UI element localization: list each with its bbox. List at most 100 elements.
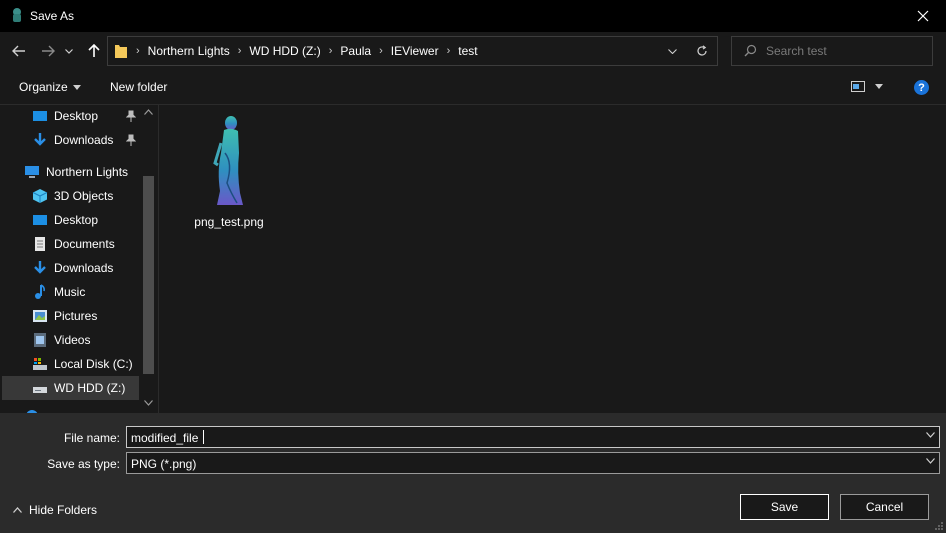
chevron-down-icon <box>667 48 677 54</box>
breadcrumb-item[interactable]: Paula <box>334 44 377 58</box>
title-bar: Save As <box>0 0 946 32</box>
nav-item-music[interactable]: Music <box>2 280 139 304</box>
text-caret <box>203 430 204 444</box>
app-icon <box>13 8 21 22</box>
change-view-button[interactable] <box>851 81 883 92</box>
nav-item-pictures[interactable]: Pictures <box>2 304 139 328</box>
nav-item-documents[interactable]: Documents <box>2 232 139 256</box>
nav-item-label: Music <box>54 285 86 299</box>
nav-scrollbar[interactable] <box>140 105 157 413</box>
refresh-icon <box>697 45 707 56</box>
breadcrumb-item[interactable]: Northern Lights <box>142 44 236 58</box>
nav-item-downloads-quick[interactable]: Downloads <box>2 128 139 152</box>
address-bar[interactable]: › Northern Lights › WD HDD (Z:) › Paula … <box>107 36 718 66</box>
nav-item-desktop[interactable]: Desktop <box>2 208 139 232</box>
nav-item-label: Pictures <box>54 309 98 323</box>
nav-item-label: WD HDD (Z:) <box>54 381 126 395</box>
chevron-down-icon[interactable] <box>926 432 935 438</box>
videos-icon <box>34 333 46 347</box>
documents-icon <box>35 237 45 251</box>
computer-icon <box>25 166 39 178</box>
cancel-button[interactable]: Cancel <box>840 494 929 520</box>
pin-icon <box>126 110 136 122</box>
nav-item-desktop-quick[interactable]: Desktop <box>2 105 139 128</box>
address-history-button[interactable] <box>664 43 680 59</box>
downloads-icon <box>34 261 46 274</box>
chevron-up-icon <box>13 507 22 513</box>
window-title: Save As <box>30 9 75 23</box>
organize-button[interactable]: Organize <box>19 80 81 94</box>
breadcrumb-item[interactable]: IEViewer <box>385 44 445 58</box>
up-button[interactable] <box>83 41 105 61</box>
save-type-value: PNG (*.png) <box>131 457 197 471</box>
pin-icon <box>126 134 136 146</box>
nav-item-videos[interactable]: Videos <box>2 328 139 352</box>
help-button[interactable]: ? <box>914 80 929 95</box>
music-icon <box>35 284 45 299</box>
command-bar: Organize New folder ? <box>0 70 946 104</box>
nav-item-label: Local Disk (C:) <box>54 357 133 371</box>
desktop-icon <box>33 215 47 225</box>
nav-item-this-pc[interactable]: Northern Lights <box>2 160 139 184</box>
image-thumbnail <box>213 116 243 205</box>
save-type-select[interactable]: PNG (*.png) <box>126 452 940 474</box>
nav-item-wd-hdd[interactable]: WD HDD (Z:) <box>2 376 139 400</box>
arrow-right-icon <box>42 45 55 57</box>
help-icon: ? <box>918 81 925 94</box>
breadcrumb-separator-icon: › <box>328 45 333 57</box>
resize-grip-icon[interactable] <box>934 521 944 531</box>
caret-down-icon <box>875 84 883 89</box>
nav-item-3d-objects[interactable]: 3D Objects <box>2 184 139 208</box>
hide-folders-button[interactable]: Hide Folders <box>13 503 97 517</box>
file-item[interactable]: png_test.png <box>189 111 269 231</box>
back-button[interactable] <box>8 41 30 61</box>
close-button[interactable] <box>900 0 946 32</box>
new-folder-button[interactable]: New folder <box>110 80 167 94</box>
chevron-down-icon <box>65 48 73 54</box>
arrow-left-icon <box>12 45 25 57</box>
downloads-icon <box>34 133 46 146</box>
scrollbar-thumb[interactable] <box>143 176 154 374</box>
nav-item-network[interactable] <box>2 402 139 413</box>
recent-locations-button[interactable] <box>62 41 76 61</box>
search-icon <box>744 44 757 57</box>
close-icon <box>917 10 929 22</box>
pictures-icon <box>33 310 47 322</box>
breadcrumb-separator-icon: › <box>379 45 383 57</box>
nav-item-label: Downloads <box>54 261 114 275</box>
breadcrumb-separator-icon: › <box>446 45 451 57</box>
save-form: File name: modified_file Save as type: P… <box>0 413 946 533</box>
breadcrumb-separator-icon: › <box>237 45 242 57</box>
forward-button[interactable] <box>37 41 59 61</box>
3d-objects-icon <box>32 189 48 203</box>
view-options-icon <box>851 81 865 92</box>
drive-icon <box>33 387 47 393</box>
refresh-button[interactable] <box>694 43 710 59</box>
scroll-down-icon[interactable] <box>144 400 153 406</box>
file-name: png_test.png <box>194 215 264 229</box>
file-name-input[interactable]: modified_file <box>131 431 198 445</box>
folder-icon <box>115 45 127 58</box>
file-name-label: File name: <box>63 431 120 445</box>
search-box[interactable] <box>731 36 933 66</box>
save-button[interactable]: Save <box>740 494 829 520</box>
nav-item-label: Documents <box>54 237 115 251</box>
breadcrumb-item[interactable]: test <box>452 44 483 58</box>
nav-item-label: Desktop <box>54 213 99 227</box>
file-name-field[interactable]: modified_file <box>126 426 940 448</box>
hide-folders-label: Hide Folders <box>29 503 98 517</box>
navigation-pane: Desktop Downloads Northern Lights 3D Obj… <box>0 105 158 413</box>
nav-item-label: Videos <box>54 333 91 347</box>
desktop-icon <box>33 111 47 121</box>
nav-item-local-disk[interactable]: Local Disk (C:) <box>2 352 139 376</box>
nav-item-label: Downloads <box>54 133 114 147</box>
arrow-up-icon <box>88 44 100 57</box>
breadcrumb-item[interactable]: WD HDD (Z:) <box>243 44 326 58</box>
search-input[interactable] <box>766 43 926 59</box>
address-row: › Northern Lights › WD HDD (Z:) › Paula … <box>0 32 946 70</box>
nav-item-label: Northern Lights <box>46 165 129 179</box>
nav-item-downloads[interactable]: Downloads <box>2 256 139 280</box>
chevron-down-icon <box>926 458 935 464</box>
nav-item-label: 3D Objects <box>54 189 114 203</box>
scroll-up-icon[interactable] <box>144 109 153 115</box>
